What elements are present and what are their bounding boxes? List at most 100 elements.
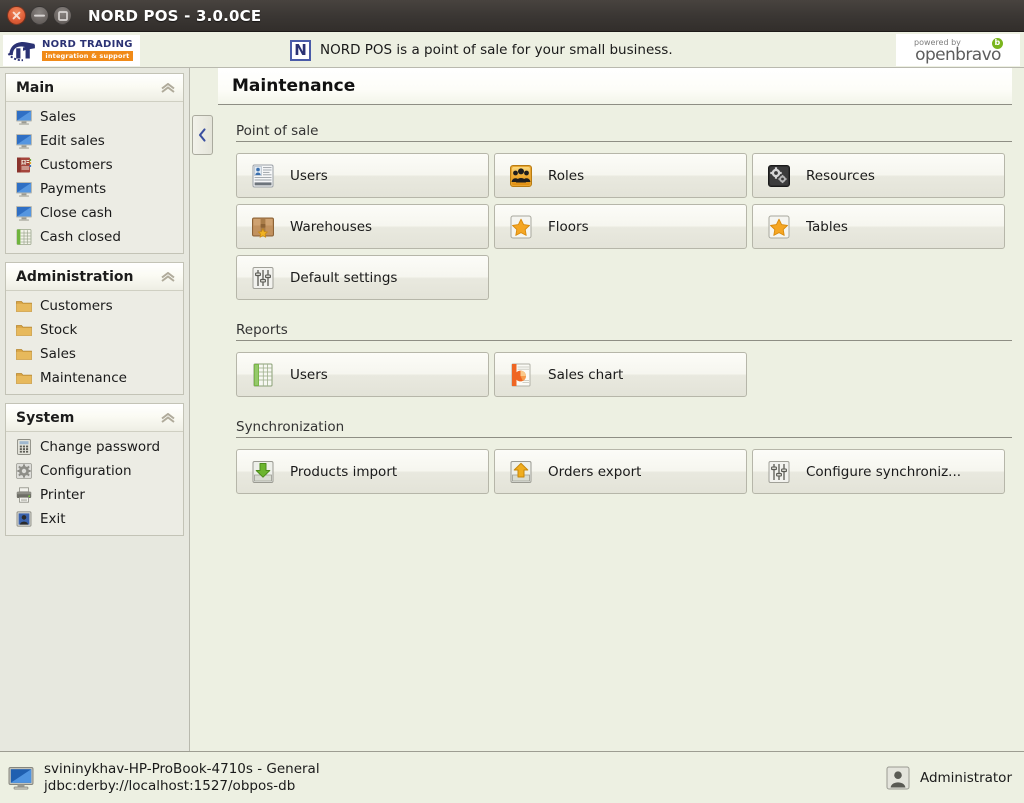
sidebar-item-label: Cash closed bbox=[40, 229, 121, 245]
tile-resources[interactable]: Resources bbox=[752, 153, 1005, 198]
star-icon bbox=[508, 214, 534, 240]
sidebar-panel-system: System bbox=[5, 403, 184, 536]
sidebar-item-label: Payments bbox=[40, 181, 106, 197]
section-title: Point of sale bbox=[236, 123, 1012, 142]
tile-default-settings[interactable]: Default settings bbox=[236, 255, 489, 300]
sidebar-item-admin-stock[interactable]: Stock bbox=[6, 318, 183, 342]
sidebar-item-label: Customers bbox=[40, 157, 113, 173]
avatar-icon bbox=[885, 765, 911, 791]
sidebar-item-close-cash[interactable]: Close cash bbox=[6, 201, 183, 225]
sidebar-item-sales[interactable]: Sales bbox=[6, 105, 183, 129]
monitor-icon bbox=[15, 204, 33, 222]
sidebar-item-label: Maintenance bbox=[40, 370, 127, 386]
sidebar-collapse-button[interactable] bbox=[192, 115, 213, 155]
section-point-of-sale: Point of sale bbox=[236, 123, 1012, 300]
sidebar-panel-header-system[interactable]: System bbox=[6, 404, 183, 432]
sidebar-item-label: Configuration bbox=[40, 463, 132, 479]
tile-tables[interactable]: Tables bbox=[752, 204, 1005, 249]
tile-floors[interactable]: Floors bbox=[494, 204, 747, 249]
chevron-up-icon[interactable] bbox=[161, 272, 175, 282]
openbravo-wordmark: openbravo b bbox=[915, 47, 1001, 63]
sidebar-item-admin-sales[interactable]: Sales bbox=[6, 342, 183, 366]
sidebar-panel-body-administration: Customers Stock Sa bbox=[6, 291, 183, 394]
status-user-info[interactable]: Administrator bbox=[885, 765, 1012, 791]
tile-label: Tables bbox=[806, 219, 848, 235]
sidebar-item-exit[interactable]: Exit bbox=[6, 507, 183, 531]
nordpos-n-icon: N bbox=[290, 40, 311, 61]
warehouse-box-icon bbox=[250, 214, 276, 240]
monitor-icon bbox=[8, 765, 34, 791]
chevron-up-icon[interactable] bbox=[161, 83, 175, 93]
openbravo-logo: powered by openbravo b bbox=[896, 34, 1020, 66]
sidebar-item-configuration[interactable]: Configuration bbox=[6, 459, 183, 483]
printer-icon bbox=[15, 486, 33, 504]
sidebar-item-edit-sales[interactable]: Edit sales bbox=[6, 129, 183, 153]
window-title: NORD POS - 3.0.0CE bbox=[88, 7, 261, 25]
chevron-up-icon[interactable] bbox=[161, 413, 175, 423]
tile-users[interactable]: Users bbox=[236, 153, 489, 198]
sidebar-panel-header-main[interactable]: Main bbox=[6, 74, 183, 102]
tile-label: Sales chart bbox=[548, 367, 623, 383]
folder-icon bbox=[15, 369, 33, 387]
sidebar-panel-title: System bbox=[16, 410, 74, 426]
sidebar-item-admin-customers[interactable]: Customers bbox=[6, 294, 183, 318]
tile-label: Products import bbox=[290, 464, 397, 480]
roles-group-icon bbox=[508, 163, 534, 189]
folder-icon bbox=[15, 321, 33, 339]
sidebar-item-label: Change password bbox=[40, 439, 160, 455]
tile-report-users[interactable]: Users bbox=[236, 352, 489, 397]
tile-label: Warehouses bbox=[290, 219, 372, 235]
tile-sales-chart[interactable]: Sales chart bbox=[494, 352, 747, 397]
tile-grid-point-of-sale: Users bbox=[236, 153, 1012, 300]
brand-tagline: integration & support bbox=[42, 51, 133, 61]
sliders-icon bbox=[250, 265, 276, 291]
star-icon bbox=[766, 214, 792, 240]
sidebar-panel-header-administration[interactable]: Administration bbox=[6, 263, 183, 291]
keypad-icon bbox=[15, 438, 33, 456]
close-icon[interactable] bbox=[7, 6, 26, 25]
sidebar: Main Sale bbox=[0, 68, 190, 751]
tile-orders-export[interactable]: Orders export bbox=[494, 449, 747, 494]
status-text-block: svininykhav-HP-ProBook-4710s - General j… bbox=[44, 761, 320, 795]
status-bar: svininykhav-HP-ProBook-4710s - General j… bbox=[0, 751, 1024, 803]
sidebar-item-admin-maintenance[interactable]: Maintenance bbox=[6, 366, 183, 390]
tile-roles[interactable]: Roles bbox=[494, 153, 747, 198]
status-db-line: jdbc:derby://localhost:1527/obpos-db bbox=[44, 778, 320, 795]
status-connection-info: svininykhav-HP-ProBook-4710s - General j… bbox=[8, 761, 320, 795]
pie-chart-report-icon bbox=[508, 362, 534, 388]
sidebar-panel-body-system: Change password bbox=[6, 432, 183, 535]
sidebar-item-label: Stock bbox=[40, 322, 77, 338]
tile-label: Resources bbox=[806, 168, 875, 184]
tile-label: Floors bbox=[548, 219, 589, 235]
minimize-icon[interactable] bbox=[30, 6, 49, 25]
resources-gear-icon bbox=[766, 163, 792, 189]
sidebar-item-customers[interactable]: Customers bbox=[6, 153, 183, 177]
header-tagline: NORD POS is a point of sale for your sma… bbox=[320, 42, 673, 58]
sidebar-panel-title: Administration bbox=[16, 269, 133, 285]
tile-label: Orders export bbox=[548, 464, 641, 480]
monitor-icon bbox=[15, 180, 33, 198]
openbravo-name: openbravo bbox=[915, 45, 1001, 65]
maximize-icon[interactable] bbox=[53, 6, 72, 25]
tile-warehouses[interactable]: Warehouses bbox=[236, 204, 489, 249]
brand-name: NORD TRADING bbox=[42, 39, 133, 50]
report-users-icon bbox=[250, 362, 276, 388]
sidebar-item-printer[interactable]: Printer bbox=[6, 483, 183, 507]
tile-label: Users bbox=[290, 367, 328, 383]
section-title: Synchronization bbox=[236, 419, 1012, 438]
section-synchronization: Synchronization Products import bbox=[236, 419, 1012, 494]
tile-label: Default settings bbox=[290, 270, 397, 286]
header-tagline-group: N NORD POS is a point of sale for your s… bbox=[290, 32, 673, 68]
main-content: Maintenance Point of sale bbox=[190, 68, 1024, 751]
sidebar-item-cash-closed[interactable]: Cash closed bbox=[6, 225, 183, 249]
page-title: Maintenance bbox=[232, 76, 355, 96]
sidebar-item-label: Sales bbox=[40, 346, 76, 362]
sidebar-item-change-password[interactable]: Change password bbox=[6, 435, 183, 459]
tile-label: Configure synchroniz... bbox=[806, 464, 961, 480]
nt-monogram-icon bbox=[6, 38, 40, 62]
sidebar-item-payments[interactable]: Payments bbox=[6, 177, 183, 201]
spreadsheet-icon bbox=[15, 228, 33, 246]
tile-products-import[interactable]: Products import bbox=[236, 449, 489, 494]
tile-configure-synchronization[interactable]: Configure synchroniz... bbox=[752, 449, 1005, 494]
sidebar-panel-main: Main Sale bbox=[5, 73, 184, 254]
